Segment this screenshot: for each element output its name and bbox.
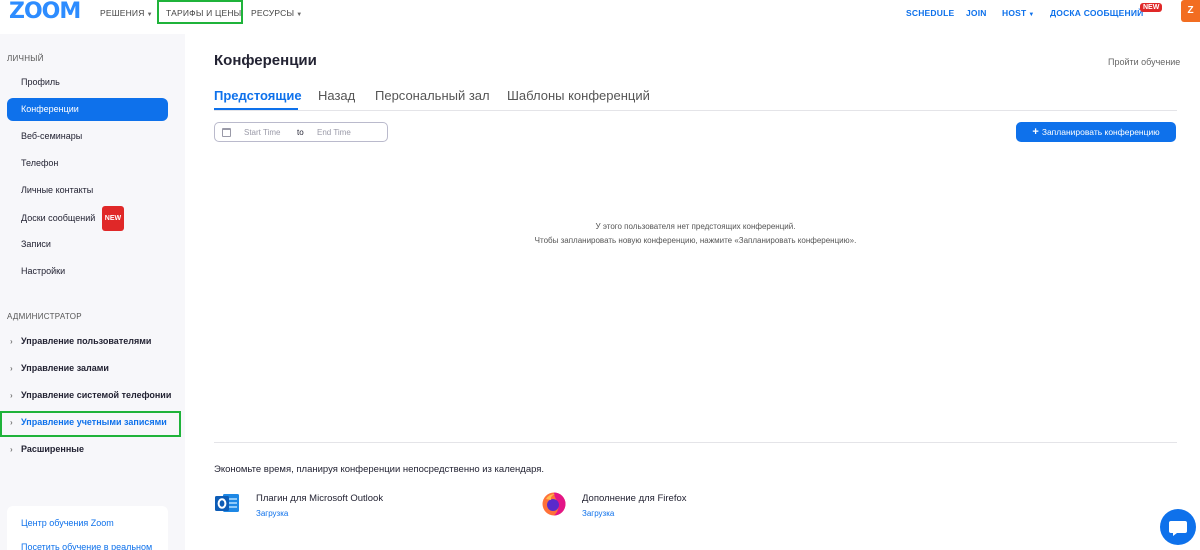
nav-schedule[interactable]: SCHEDULE — [906, 8, 954, 18]
sidebar-item-advanced[interactable]: › Расширенные — [7, 438, 168, 461]
sidebar-heading-personal: ЛИЧНЫЙ — [7, 54, 44, 63]
firefox-plugin-title: Дополнение для Firefox — [582, 493, 687, 504]
new-badge: NEW — [1140, 3, 1163, 12]
sidebar-item-profile[interactable]: Профиль — [7, 71, 168, 94]
firefox-icon — [542, 492, 566, 516]
link-learning-center[interactable]: Центр обучения Zoom — [21, 518, 114, 528]
nav-whiteboards-label: ДОСКА СООБЩЕНИЙ — [1050, 8, 1144, 18]
date-range-filter[interactable]: Start Time to End Time — [214, 122, 388, 142]
chevron-down-icon: ▼ — [146, 12, 153, 18]
sidebar: ЛИЧНЫЙ Профиль Конференции Веб-семинары … — [0, 34, 185, 550]
tab-previous[interactable]: Назад — [318, 88, 355, 103]
sidebar-item-recordings[interactable]: Записи — [7, 233, 168, 256]
nav-host-label: HOST — [1002, 8, 1027, 18]
link-take-training[interactable]: Пройти обучение — [1108, 57, 1180, 67]
sidebar-item-label: Расширенные — [21, 444, 84, 454]
chevron-down-icon: ▼ — [1028, 12, 1035, 18]
calendar-icon — [222, 128, 231, 137]
schedule-meeting-label: Запланировать конференцию — [1041, 127, 1160, 137]
start-time-input[interactable]: Start Time — [244, 128, 280, 137]
tab-meeting-templates[interactable]: Шаблоны конференций — [507, 88, 650, 103]
chevron-right-icon: › — [10, 445, 13, 454]
sidebar-item-room-management[interactable]: › Управление залами — [7, 357, 168, 380]
link-live-training[interactable]: Посетить обучение в реальном — [21, 542, 152, 550]
nav-whiteboards[interactable]: ДОСКА СООБЩЕНИЙ — [1050, 8, 1143, 18]
chevron-down-icon: ▼ — [296, 12, 303, 18]
empty-state-line1: У этого пользователя нет предстоящих кон… — [595, 222, 796, 231]
nav-solutions-label: РЕШЕНИЯ — [100, 8, 145, 18]
sidebar-heading-admin: АДМИНИСТРАТОР — [7, 312, 82, 321]
nav-solutions[interactable]: РЕШЕНИЯ ▼ — [100, 8, 153, 18]
sidebar-item-settings[interactable]: Настройки — [7, 260, 168, 283]
sidebar-item-webinars[interactable]: Веб-семинары — [7, 125, 168, 148]
sidebar-item-label: Управление залами — [21, 363, 109, 373]
chevron-right-icon: › — [10, 337, 13, 346]
new-badge: NEW — [101, 206, 125, 231]
sidebar-item-whiteboards[interactable]: Доски сообщений NEW — [7, 206, 168, 231]
sidebar-item-label: Управление пользователями — [21, 336, 152, 346]
tab-bar: Предстоящие Назад Персональный зал Шабло… — [214, 88, 1177, 111]
nav-host[interactable]: HOST ▼ — [1002, 8, 1035, 18]
chat-support-button[interactable] — [1160, 509, 1196, 545]
pricing-highlight-box — [157, 0, 243, 24]
schedule-meeting-button[interactable]: + Запланировать конференцию — [1016, 122, 1176, 142]
sidebar-item-phone-system[interactable]: › Управление системой телефонии — [7, 384, 172, 407]
empty-state-line2: Чтобы запланировать новую конференцию, н… — [534, 236, 857, 245]
outlook-plugin-title: Плагин для Microsoft Outlook — [256, 493, 384, 504]
chevron-right-icon: › — [10, 364, 13, 373]
date-range-separator: to — [297, 128, 304, 137]
sidebar-item-label: Управление системой телефонии — [21, 390, 172, 400]
firefox-download-link[interactable]: Загрузка — [582, 509, 614, 518]
account-management-highlight-box — [0, 411, 181, 437]
zoom-logo[interactable]: ZOOM — [9, 0, 81, 24]
calendar-promo-text: Экономьте время, планируя конференции не… — [214, 464, 545, 475]
sidebar-item-label: Доски сообщений — [21, 212, 96, 223]
sidebar-footer: Центр обучения Zoom Посетить обучение в … — [7, 506, 168, 550]
tab-personal-room[interactable]: Персональный зал — [375, 88, 490, 103]
top-nav: ZOOM РЕШЕНИЯ ▼ ТАРИФЫ И ЦЕНЫ РЕСУРСЫ ▼ SCH… — [0, 0, 1200, 26]
section-divider — [214, 442, 1177, 443]
avatar[interactable]: Z — [1181, 0, 1200, 22]
nav-resources-label: РЕСУРСЫ — [251, 8, 295, 18]
tab-upcoming[interactable]: Предстоящие — [214, 88, 302, 103]
outlook-icon — [215, 494, 239, 512]
sidebar-item-user-management[interactable]: › Управление пользователями — [7, 330, 168, 353]
plus-icon: + — [1032, 126, 1039, 138]
nav-join[interactable]: JOIN — [966, 8, 987, 18]
sidebar-item-phone[interactable]: Телефон — [7, 152, 168, 175]
sidebar-item-contacts[interactable]: Личные контакты — [7, 179, 168, 202]
page-title: Конференции — [214, 52, 317, 69]
end-time-input[interactable]: End Time — [317, 128, 351, 137]
chevron-right-icon: › — [10, 391, 13, 400]
nav-resources[interactable]: РЕСУРСЫ ▼ — [251, 8, 302, 18]
tab-active-indicator — [214, 108, 298, 110]
sidebar-item-meetings[interactable]: Конференции — [7, 98, 168, 121]
outlook-download-link[interactable]: Загрузка — [256, 509, 288, 518]
chat-bubble-icon — [1169, 521, 1187, 536]
